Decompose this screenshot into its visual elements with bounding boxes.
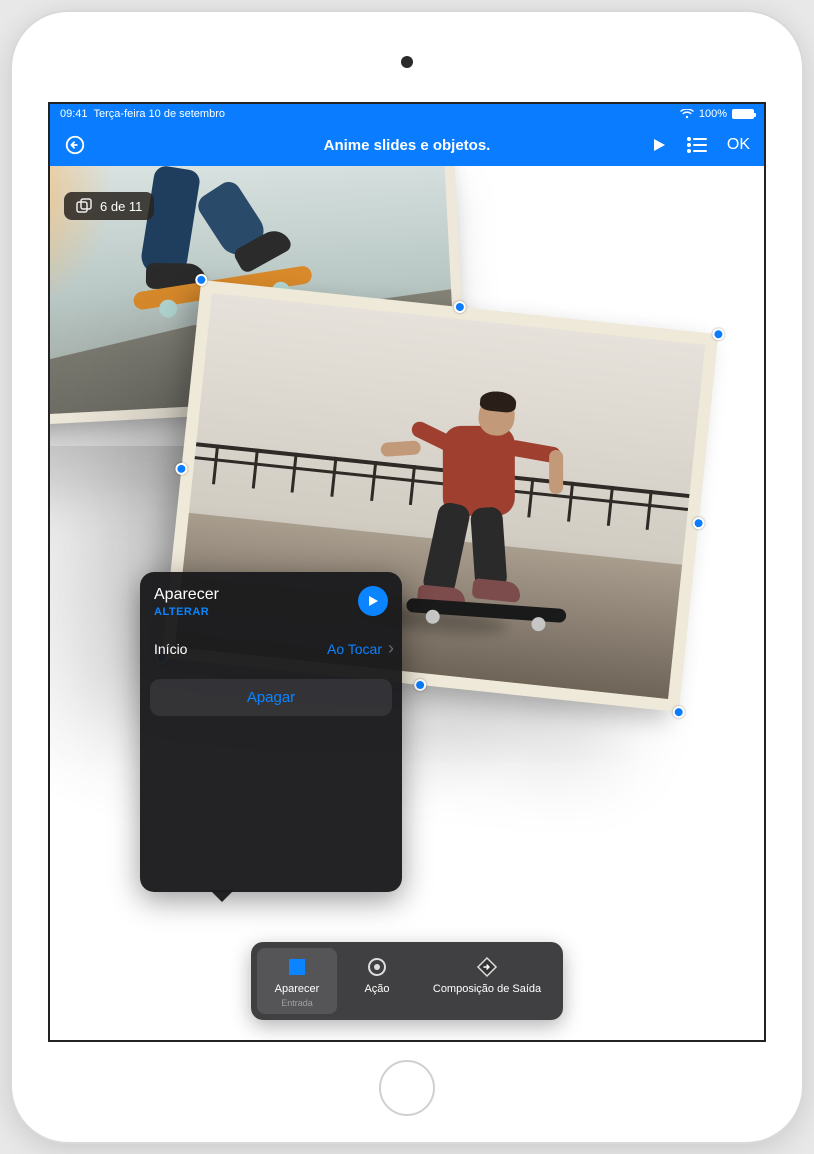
status-bar: 09:41 Terça-feira 10 de setembro 100%	[50, 104, 764, 124]
wifi-icon	[680, 109, 694, 119]
home-button[interactable]	[379, 1060, 435, 1116]
segment-build-in[interactable]: Aparecer Entrada	[257, 948, 337, 1014]
nav-bar: Anime slides e objetos. OK	[50, 124, 764, 166]
ipad-device-frame: 09:41 Terça-feira 10 de setembro 100% An…	[12, 12, 802, 1142]
segment-build-in-label: Aparecer	[275, 983, 320, 995]
done-button[interactable]: OK	[727, 136, 750, 154]
selection-handle[interactable]	[672, 706, 685, 719]
play-icon[interactable]	[651, 137, 667, 153]
action-icon	[366, 956, 388, 978]
front-camera	[401, 56, 413, 68]
status-date: Terça-feira 10 de setembro	[94, 108, 225, 120]
preview-play-button[interactable]	[358, 586, 388, 616]
segment-build-out-label: Composição de Saída	[433, 983, 541, 995]
popover-effect-title: Aparecer	[154, 586, 219, 604]
animation-type-segmented: Aparecer Entrada Ação Composição de Saíd…	[251, 942, 563, 1020]
screen: 09:41 Terça-feira 10 de setembro 100% An…	[48, 102, 766, 1042]
battery-icon	[732, 109, 754, 119]
segment-action-label: Ação	[364, 983, 389, 995]
segment-action[interactable]: Ação	[337, 948, 417, 1014]
slides-icon	[76, 198, 92, 214]
undo-icon[interactable]	[64, 134, 86, 156]
play-icon	[367, 595, 379, 607]
status-time: 09:41	[60, 108, 88, 120]
delete-animation-button[interactable]: Apagar	[150, 679, 392, 716]
selection-handle[interactable]	[712, 328, 725, 341]
selection-handle[interactable]	[692, 517, 705, 530]
animation-popover: Aparecer ALTERAR Início Ao Tocar › Apaga…	[140, 572, 402, 892]
segment-build-in-sub: Entrada	[281, 998, 313, 1008]
start-value: Ao Tocar	[327, 641, 382, 657]
build-order-icon[interactable]	[687, 137, 707, 153]
slide-canvas[interactable]: 6 de 11 Aparecer ALTERAR Início Ao To	[50, 166, 764, 1040]
slide-counter-text: 6 de 11	[100, 199, 142, 214]
build-out-icon	[476, 956, 498, 978]
start-label: Início	[154, 641, 187, 657]
build-in-icon	[286, 956, 308, 978]
battery-pct: 100%	[699, 108, 727, 120]
chevron-right-icon: ›	[388, 638, 394, 659]
segment-build-out[interactable]: Composição de Saída	[417, 948, 557, 1014]
popover-change-button[interactable]: ALTERAR	[154, 606, 219, 618]
slide-counter-badge[interactable]: 6 de 11	[64, 192, 154, 220]
nav-title: Anime slides e objetos.	[324, 137, 491, 154]
start-row[interactable]: Início Ao Tocar ›	[140, 628, 402, 669]
